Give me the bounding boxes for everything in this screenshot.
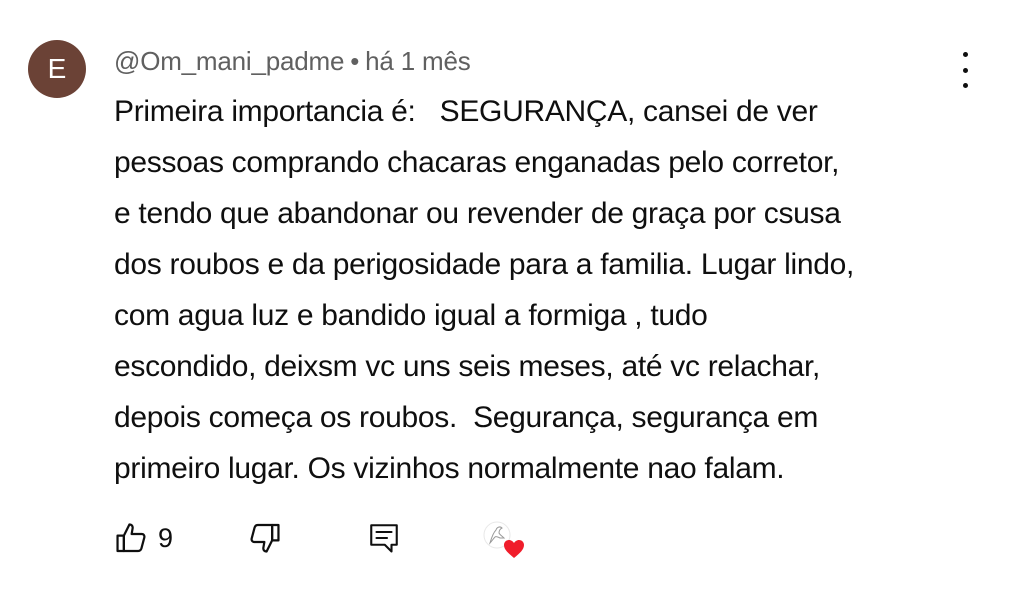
more-vert-icon[interactable] bbox=[951, 52, 979, 88]
header-separator: • bbox=[350, 46, 360, 76]
thumbs-down-icon bbox=[250, 523, 280, 553]
comment-thread: E @Om_mani_padme • há 1 mês Primeira impor… bbox=[0, 0, 1023, 615]
comment-reply-icon bbox=[370, 524, 398, 553]
comment-text: Primeira importancia é: SEGURANÇA, canse… bbox=[114, 95, 855, 485]
reply-button[interactable] bbox=[366, 518, 402, 558]
thumbs-up-icon bbox=[116, 523, 146, 553]
like-count: 9 bbox=[158, 522, 174, 553]
avatar[interactable]: E bbox=[28, 40, 86, 98]
heart-shape bbox=[504, 540, 524, 558]
menu-dot bbox=[962, 83, 968, 88]
creator-heart-icon bbox=[483, 521, 524, 558]
dislike-button[interactable] bbox=[246, 518, 284, 558]
like-button[interactable]: 9 bbox=[112, 518, 173, 558]
menu-dot bbox=[962, 67, 968, 73]
creator-heart[interactable] bbox=[480, 520, 528, 560]
author-name[interactable]: @Om_mani_padme bbox=[114, 46, 344, 76]
comment-actions: 9 bbox=[112, 518, 572, 562]
menu-dot bbox=[962, 52, 968, 57]
avatar-letter: E bbox=[47, 53, 67, 84]
comment-time[interactable]: há 1 mês bbox=[365, 46, 471, 76]
comment-header: @Om_mani_padme • há 1 mês bbox=[114, 46, 471, 77]
